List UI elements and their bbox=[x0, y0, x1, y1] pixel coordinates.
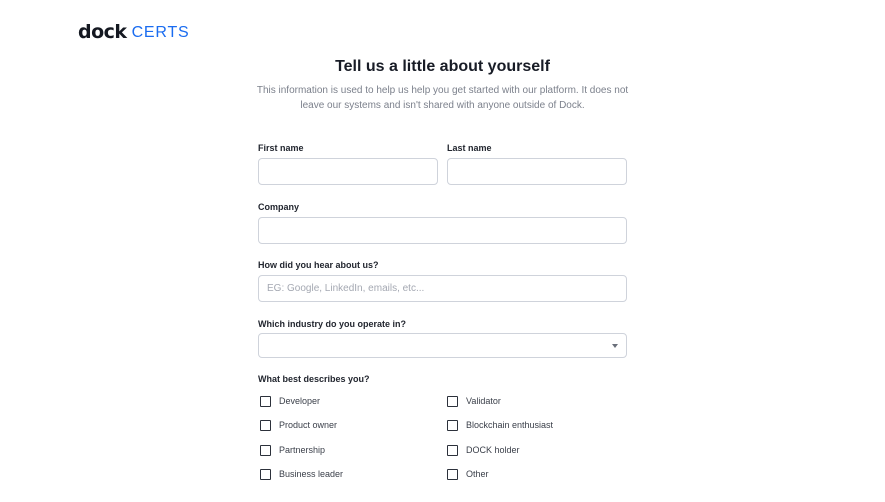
checkbox[interactable] bbox=[447, 444, 458, 456]
option-blockchain-enthusiast[interactable]: Blockchain enthusiast bbox=[447, 418, 553, 432]
subtitle-line-1: This information is used to help us help… bbox=[256, 85, 629, 96]
option-validator[interactable]: Validator bbox=[447, 394, 501, 408]
onboarding-page: dock CERTS Tell us a little about yourse… bbox=[0, 0, 885, 502]
dock-certs-logo[interactable]: dock CERTS bbox=[78, 21, 190, 43]
option-label: Blockchain enthusiast bbox=[466, 420, 554, 430]
chevron-down-icon bbox=[612, 344, 618, 348]
option-label: Partnership bbox=[279, 445, 326, 455]
last-name-field[interactable] bbox=[447, 158, 627, 185]
option-label: Developer bbox=[279, 396, 321, 406]
describes-label: What best describes you? bbox=[258, 374, 370, 384]
option-label: Business leader bbox=[279, 469, 344, 479]
hear-about-label: How did you hear about us? bbox=[258, 260, 379, 270]
checkbox[interactable] bbox=[447, 468, 458, 480]
page-title: Tell us a little about yourself bbox=[335, 58, 550, 75]
company-field[interactable] bbox=[258, 217, 627, 244]
page-subtitle: This information is used to help us help… bbox=[255, 83, 630, 113]
subtitle-line-2: leave our systems and isn't shared with … bbox=[300, 100, 585, 111]
checkbox[interactable] bbox=[260, 468, 271, 480]
first-name-field[interactable] bbox=[258, 158, 438, 185]
option-business-leader[interactable]: Business leader bbox=[260, 467, 343, 481]
industry-select[interactable] bbox=[258, 333, 627, 358]
checkbox[interactable] bbox=[260, 444, 271, 456]
option-label: Other bbox=[466, 469, 489, 479]
logo-certs-text: CERTS bbox=[131, 24, 190, 41]
checkbox[interactable] bbox=[447, 419, 458, 431]
option-developer[interactable]: Developer bbox=[260, 394, 320, 408]
option-dock-holder[interactable]: DOCK holder bbox=[447, 443, 520, 457]
company-label: Company bbox=[258, 202, 300, 212]
option-label: DOCK holder bbox=[466, 445, 520, 455]
logo-dock-text: dock bbox=[78, 21, 127, 43]
option-product-owner[interactable]: Product owner bbox=[260, 418, 337, 432]
option-partnership[interactable]: Partnership bbox=[260, 443, 325, 457]
hear-about-field[interactable] bbox=[258, 275, 627, 302]
checkbox[interactable] bbox=[260, 419, 271, 431]
industry-label: Which industry do you operate in? bbox=[258, 319, 407, 329]
first-name-label: First name bbox=[258, 143, 304, 153]
option-label: Product owner bbox=[279, 420, 338, 430]
option-other[interactable]: Other bbox=[447, 467, 489, 481]
option-label: Validator bbox=[466, 396, 501, 406]
checkbox[interactable] bbox=[447, 395, 458, 407]
checkbox[interactable] bbox=[260, 395, 271, 407]
last-name-label: Last name bbox=[447, 143, 492, 153]
